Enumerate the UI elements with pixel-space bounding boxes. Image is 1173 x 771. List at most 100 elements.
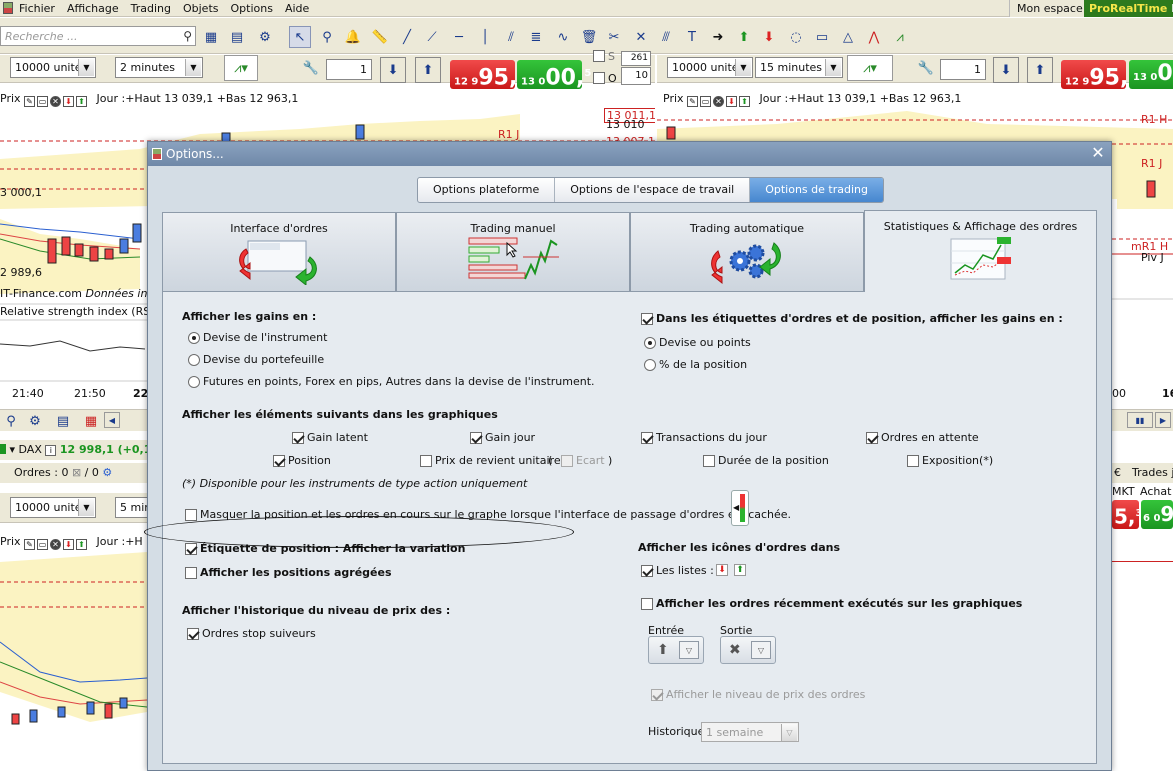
portfolio-icon[interactable]: ▤: [226, 26, 248, 48]
instrument-name[interactable]: DAX: [19, 443, 42, 456]
ruler-icon[interactable]: 📏: [369, 26, 391, 48]
right-chart-type-button[interactable]: ⩘▾: [847, 55, 893, 81]
right-quantity-select[interactable]: 10000 unités ▼: [667, 57, 753, 78]
arrow-right-icon[interactable]: ➜: [707, 26, 729, 48]
menu-options[interactable]: Options: [225, 0, 279, 17]
right-order-qty-input[interactable]: 1: [940, 59, 986, 80]
screener-icon[interactable]: ▦: [200, 26, 222, 48]
order-book-buy-icon[interactable]: ⬆: [415, 57, 441, 83]
entree-icon-select[interactable]: ⬆ ▽: [648, 636, 704, 664]
checkbox-positions-agregees[interactable]: [185, 567, 197, 579]
left-quantity-select[interactable]: 10000 unités ▼: [10, 57, 96, 78]
radio-devise-instrument[interactable]: [188, 332, 200, 344]
tab-trading-automatique[interactable]: Trading automatique: [630, 212, 864, 292]
menu-fichier[interactable]: Fichier: [13, 0, 61, 17]
order-book-buy-icon[interactable]: ⬆: [1027, 57, 1053, 83]
dialog-title-bar[interactable]: Options... ✕: [148, 142, 1111, 166]
stop-checkbox[interactable]: [593, 50, 605, 62]
checkbox-gain-latent[interactable]: [292, 432, 304, 444]
tab-options-espace-travail[interactable]: Options de l'espace de travail: [555, 178, 751, 202]
radio-futures-points[interactable]: [188, 376, 200, 388]
tab-statistiques-affichage[interactable]: Statistiques & Affichage des ordres: [864, 210, 1097, 292]
bottom-left-chart[interactable]: Prix ✎ ▭ ✕ ⬇ ⬆ Jour :+H: [0, 532, 147, 771]
checkbox-prix-revient[interactable]: [420, 455, 432, 467]
parallel-tool-icon[interactable]: ⫻: [655, 26, 677, 48]
scroll-right-button[interactable]: ▶: [1155, 412, 1171, 428]
horizontal-line-icon[interactable]: ─: [448, 26, 470, 48]
left-buy-price-button[interactable]: 13 000,5: [517, 60, 591, 90]
settings-icon[interactable]: ⚙: [102, 466, 112, 479]
mkt-sell-button[interactable]: 5,3: [1112, 500, 1142, 529]
left-chart-type-button[interactable]: ⩘▾: [224, 55, 258, 81]
sortie-icon-select[interactable]: ✖ ▽: [720, 636, 776, 664]
right-buy-price-button[interactable]: 13 00: [1129, 60, 1173, 89]
order-book-sell-icon[interactable]: ⬇: [380, 57, 406, 83]
menu-trading[interactable]: Trading: [125, 0, 177, 17]
text-tool-icon[interactable]: T: [681, 26, 703, 48]
radio-pourcent-position[interactable]: [644, 359, 656, 371]
rectangle-icon[interactable]: ▭: [811, 26, 833, 48]
checkbox-les-listes[interactable]: [641, 565, 653, 577]
wrench-icon[interactable]: 🔧: [300, 57, 322, 79]
scroll-thumb[interactable]: ▮▮: [1127, 412, 1153, 428]
checkbox-ordres-recents[interactable]: [641, 598, 653, 610]
checkbox-duree-position[interactable]: [703, 455, 715, 467]
arrow-down-icon[interactable]: ⬇: [758, 26, 780, 48]
left-order-qty-input[interactable]: 1: [326, 59, 372, 80]
zoom-icon[interactable]: ⚲: [316, 26, 338, 48]
vertical-line-icon[interactable]: │: [474, 26, 496, 48]
indicator-icon[interactable]: ⚙: [254, 26, 276, 48]
objective-value-input[interactable]: 10: [621, 67, 651, 85]
objective-checkbox[interactable]: [593, 72, 605, 84]
orders-icon[interactable]: ⊠: [72, 466, 81, 479]
menu-affichage[interactable]: Affichage: [61, 0, 125, 17]
tab-interface-ordres[interactable]: Interface d'ordres: [162, 212, 396, 292]
channel-icon[interactable]: ⫽: [500, 26, 522, 48]
checkbox-masquer-position[interactable]: [185, 509, 197, 521]
fibonacci-icon[interactable]: ≣: [525, 26, 547, 48]
checkbox-transactions-jour[interactable]: [641, 432, 653, 444]
mkt-buy-button[interactable]: 6 098: [1141, 500, 1173, 529]
instrument-dropdown-icon[interactable]: ▾: [10, 443, 16, 456]
radio-devise-points[interactable]: [644, 337, 656, 349]
grid-icon[interactable]: ▦: [80, 410, 102, 432]
lasso-icon[interactable]: ◌: [785, 26, 807, 48]
tab-trading-manuel[interactable]: Trading manuel: [396, 212, 630, 292]
regression-icon[interactable]: ⩘: [889, 26, 911, 48]
checkbox-niveau-prix[interactable]: [651, 689, 663, 701]
left-sell-price-button[interactable]: 12 995,5: [450, 60, 524, 90]
menu-objets[interactable]: Objets: [177, 0, 225, 17]
scroll-left-button[interactable]: ◀: [104, 412, 120, 428]
bottom-quantity-select[interactable]: 10000 unités ▼: [10, 497, 96, 518]
pointer-icon[interactable]: ↖: [289, 26, 311, 48]
cross-tool-icon[interactable]: ✕: [630, 26, 652, 48]
gann-fan-icon[interactable]: ⋀: [863, 26, 885, 48]
checkbox-etiquettes-gains[interactable]: [641, 313, 653, 325]
wave-icon[interactable]: ∿: [552, 26, 574, 48]
line-tool-icon[interactable]: ╱: [396, 26, 418, 48]
historique-select[interactable]: 1 semaine ▽: [701, 722, 799, 742]
alert-bell-icon[interactable]: 🔔: [342, 26, 364, 48]
triangle-icon[interactable]: △: [837, 26, 859, 48]
mon-espace-button[interactable]: Mon espace: [1009, 0, 1090, 17]
right-sell-price-button[interactable]: 12 995,5: [1061, 60, 1135, 90]
arrow-up-icon[interactable]: ⬆: [733, 26, 755, 48]
search-input[interactable]: Recherche ... ⚲: [0, 26, 196, 46]
search-icon[interactable]: ⚲: [183, 29, 192, 43]
close-icon[interactable]: ✕: [1089, 144, 1107, 162]
left-timeframe-select[interactable]: 2 minutes ▼: [115, 57, 203, 78]
checkbox-gain-jour[interactable]: [470, 432, 482, 444]
menu-aide[interactable]: Aide: [279, 0, 315, 17]
order-book-sell-icon[interactable]: ⬇: [993, 57, 1019, 83]
wrench-icon[interactable]: 🔧: [915, 57, 937, 79]
info-icon[interactable]: i: [45, 445, 57, 456]
checkbox-etiquette-variation[interactable]: [185, 543, 197, 555]
right-timeframe-select[interactable]: 15 minutes ▼: [755, 57, 843, 78]
stop-value-input[interactable]: 261: [621, 51, 651, 66]
zoom-chart-icon[interactable]: ⚲: [0, 410, 22, 432]
checkbox-ordres-attente[interactable]: [866, 432, 878, 444]
trash-icon[interactable]: 🗑: [578, 26, 600, 48]
tab-options-plateforme[interactable]: Options plateforme: [418, 178, 556, 202]
checkbox-position[interactable]: [273, 455, 285, 467]
tools-icon[interactable]: ✂: [603, 26, 625, 48]
